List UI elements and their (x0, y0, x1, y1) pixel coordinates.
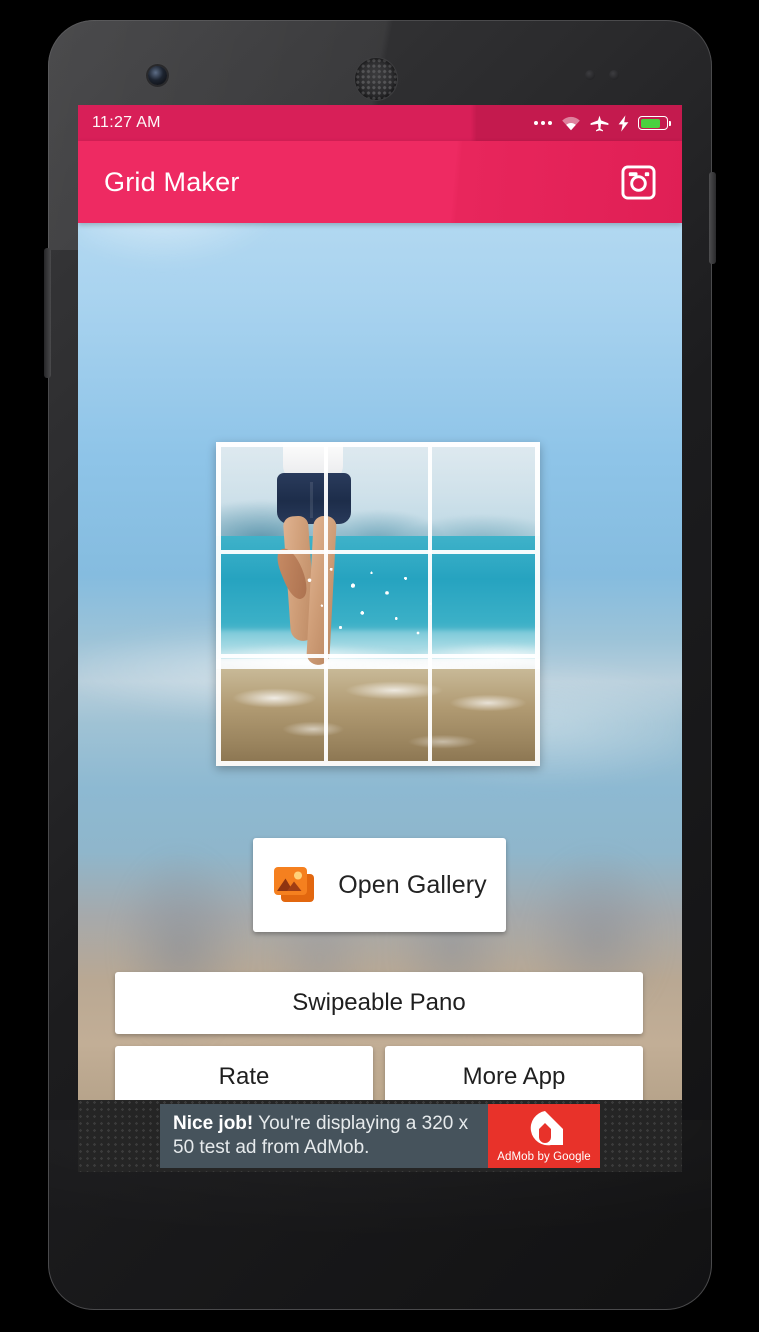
status-bar-icons (534, 114, 672, 132)
photo-region-sand (216, 668, 540, 766)
ad-banner-inner[interactable]: Nice job! You're displaying a 320 x 50 t… (160, 1104, 600, 1168)
page-title: Grid Maker (104, 166, 240, 197)
screenshot-stage: 11:27 AM Grid Maker Open Gallery Swipeab… (0, 0, 759, 1332)
battery-icon (638, 116, 672, 130)
open-gallery-label: Open Gallery (338, 870, 487, 899)
preview-photo-image (216, 442, 540, 766)
photo-person-shorts (276, 473, 351, 524)
photo-library-icon (274, 867, 315, 902)
photo-region-splash (293, 561, 450, 653)
admob-logo-label: AdMob by Google (497, 1151, 591, 1163)
more-dots-icon (534, 121, 552, 125)
status-bar-clock: 11:27 AM (92, 114, 161, 131)
front-camera-icon (148, 66, 167, 85)
charging-bolt-icon (618, 114, 629, 132)
swipeable-pano-button[interactable]: Swipeable Pano (115, 972, 643, 1034)
ad-banner[interactable]: Nice job! You're displaying a 320 x 50 t… (78, 1100, 682, 1172)
rate-label: Rate (218, 1063, 270, 1090)
volume-rocker-button[interactable] (44, 248, 51, 378)
instagram-icon[interactable] (621, 164, 656, 200)
status-bar: 11:27 AM (78, 105, 682, 141)
admob-logo-panel: AdMob by Google (488, 1104, 600, 1168)
proximity-sensor-icon (585, 70, 595, 80)
open-gallery-button[interactable]: Open Gallery (253, 838, 506, 932)
swipeable-pano-label: Swipeable Pano (292, 989, 466, 1016)
more-app-label: More App (462, 1063, 566, 1090)
photo-region-mountains (216, 464, 540, 540)
power-button[interactable] (709, 172, 716, 264)
app-bar: Grid Maker (78, 141, 682, 223)
more-app-button[interactable]: More App (385, 1046, 643, 1108)
ad-banner-text: Nice job! You're displaying a 320 x 50 t… (160, 1104, 488, 1168)
airplane-mode-icon (590, 115, 609, 131)
earpiece-speaker-icon (355, 58, 397, 100)
rate-button[interactable]: Rate (115, 1046, 373, 1108)
admob-logo-icon (530, 1111, 563, 1146)
light-sensor-icon (609, 70, 619, 80)
ad-headline: Nice job! (173, 1112, 254, 1134)
grid-preview[interactable] (216, 442, 540, 766)
phone-device-body: 11:27 AM Grid Maker Open Gallery Swipeab… (44, 20, 716, 1310)
phone-screen: 11:27 AM Grid Maker Open Gallery Swipeab… (78, 105, 682, 1172)
wifi-icon (562, 116, 580, 130)
